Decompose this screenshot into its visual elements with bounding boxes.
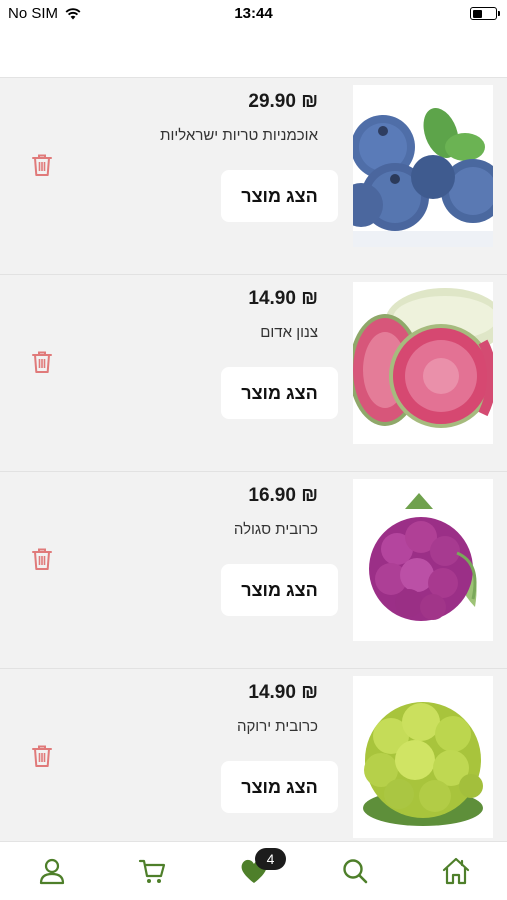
product-price: 14.90 ₪ [248, 682, 318, 703]
cart-item: 14.90 ₪ כרובית ירוקה הצג מוצר [0, 670, 507, 841]
show-product-button[interactable]: הצג מוצר [221, 367, 338, 419]
show-product-button[interactable]: הצג מוצר [221, 564, 338, 616]
product-name: אוכמניות טריות ישראליות [160, 127, 318, 144]
product-price: 14.90 ₪ [248, 288, 318, 309]
cart-icon [138, 859, 166, 883]
trash-icon[interactable] [31, 547, 53, 571]
status-bar: No SIM 13:44 [0, 0, 507, 28]
status-time: 13:44 [234, 5, 273, 22]
tab-search[interactable] [338, 854, 372, 888]
product-name: כרובית סגולה [233, 521, 318, 538]
product-image-purple-cauliflower[interactable] [353, 479, 493, 641]
product-image-red-radish[interactable] [353, 282, 493, 444]
tab-home[interactable] [439, 854, 473, 888]
cart-item: 14.90 ₪ צנון אדום הצג מוצר [0, 276, 507, 472]
product-price: 16.90 ₪ [248, 485, 318, 506]
cart-item: 16.90 ₪ כרובית סגולה הצג מוצר [0, 473, 507, 669]
product-name: כרובית ירוקה [236, 718, 318, 735]
cart-item-list[interactable]: 29.90 ₪ אוכמניות טריות ישראליות הצג מוצר [0, 79, 507, 841]
search-icon [343, 859, 368, 884]
product-image-blueberries[interactable] [353, 85, 493, 247]
tab-cart[interactable] [135, 854, 169, 888]
battery-fill [472, 9, 482, 18]
favorites-count-badge: 4 [255, 848, 286, 870]
tab-bar: 4 [0, 841, 507, 900]
profile-icon [39, 858, 65, 885]
battery-icon [470, 7, 500, 20]
trash-icon[interactable] [31, 350, 53, 374]
trash-icon[interactable] [31, 153, 53, 177]
trash-icon[interactable] [31, 744, 53, 768]
home-icon [442, 857, 470, 885]
product-price: 29.90 ₪ [248, 91, 318, 112]
product-image-green-cauliflower[interactable] [353, 676, 493, 838]
product-name: צנון אדום [260, 324, 318, 341]
tab-profile[interactable] [35, 854, 69, 888]
cart-item: 29.90 ₪ אוכמניות טריות ישראליות הצג מוצר [0, 79, 507, 275]
header-bar [0, 28, 507, 78]
show-product-button[interactable]: הצג מוצר [221, 761, 338, 813]
show-product-button[interactable]: הצג מוצר [221, 170, 338, 222]
